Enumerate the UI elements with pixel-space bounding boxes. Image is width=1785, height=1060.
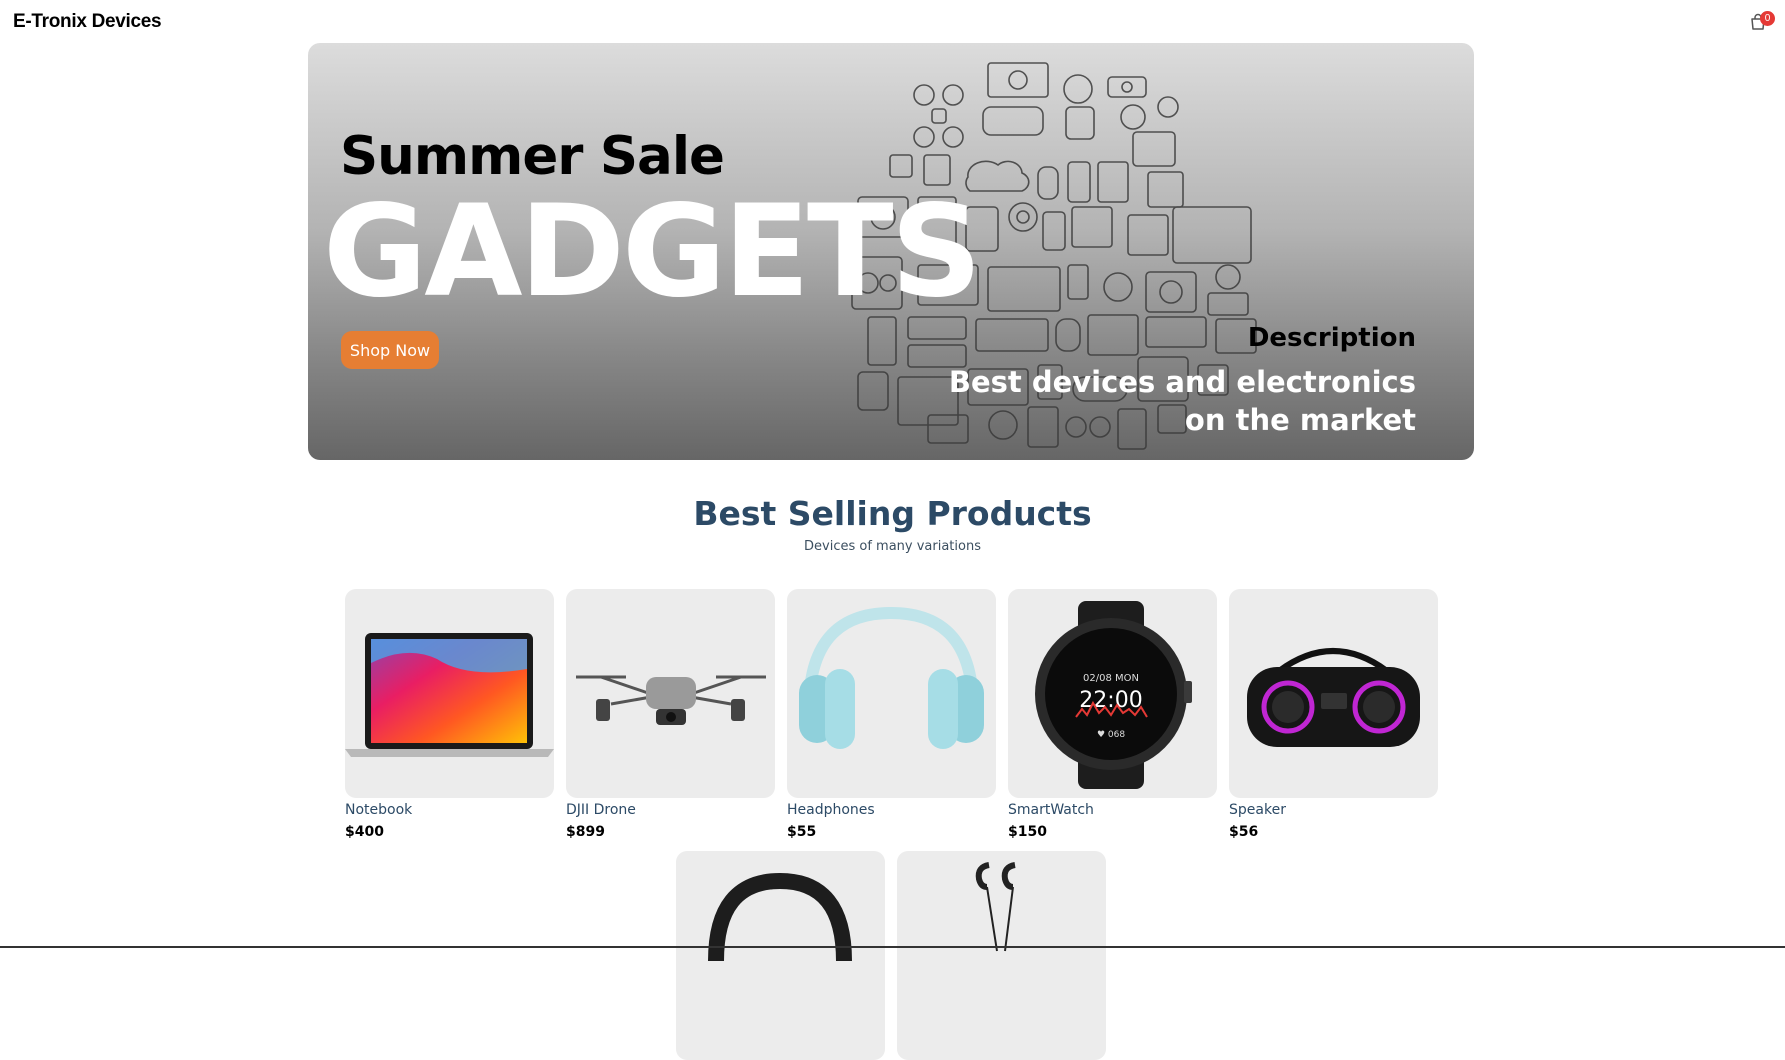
product-price: $150	[1008, 824, 1047, 840]
section-title: Best Selling Products	[693, 494, 1092, 533]
product-price: $400	[345, 824, 384, 840]
product-name[interactable]: Speaker	[1229, 802, 1439, 818]
product-card[interactable]: Headphones $55	[787, 589, 997, 840]
drone-icon	[576, 675, 766, 725]
product-card[interactable]: Notebook $400	[345, 589, 555, 840]
product-image[interactable]	[897, 851, 1106, 1060]
product-image[interactable]	[787, 589, 996, 798]
neckband-headphones-icon	[708, 872, 852, 962]
product-image[interactable]	[676, 851, 885, 1060]
product-name[interactable]: DJII Drone	[566, 802, 776, 818]
speaker-icon	[1247, 648, 1420, 747]
cart-count-badge: 0	[1760, 11, 1775, 26]
laptop-icon	[345, 633, 554, 757]
product-card[interactable]: 02/08 MON 22:00 ♥ 068 SmartWatch $150	[1008, 589, 1218, 840]
product-name[interactable]: Headphones	[787, 802, 997, 818]
product-card[interactable]	[676, 851, 886, 1060]
product-price: $56	[1229, 824, 1259, 840]
headphones-icon	[799, 606, 984, 749]
product-card[interactable]: DJII Drone $899	[566, 589, 776, 840]
earphones-icon	[975, 862, 1016, 952]
product-card[interactable]: Speaker $56	[1229, 589, 1439, 840]
smartwatch-icon: 02/08 MON 22:00 ♥ 068	[1035, 601, 1192, 789]
product-image[interactable]: 02/08 MON 22:00 ♥ 068	[1008, 589, 1217, 798]
hero-headline: GADGETS	[323, 177, 982, 325]
product-image[interactable]	[1229, 589, 1438, 798]
brand-logo[interactable]: E-Tronix Devices	[13, 11, 162, 33]
hero-description-title: Description	[1247, 323, 1416, 353]
product-image[interactable]	[566, 589, 775, 798]
product-card[interactable]	[897, 851, 1107, 1060]
product-name[interactable]: Notebook	[345, 802, 555, 818]
section-subtitle: Devices of many variations	[804, 539, 981, 554]
svg-text:02/08 MON: 02/08 MON	[1083, 673, 1139, 684]
svg-text:♥ 068: ♥ 068	[1097, 730, 1125, 740]
product-name[interactable]: SmartWatch	[1008, 802, 1218, 818]
hero-description-text: Best devices and electronics on the mark…	[948, 365, 1416, 437]
product-image[interactable]	[345, 589, 554, 798]
hero-banner: Summer Sale GADGETS Shop Now Description…	[308, 43, 1474, 460]
shop-now-button[interactable]: Shop Now	[341, 331, 439, 369]
top-navbar: E-Tronix Devices 0	[0, 0, 1785, 44]
product-price: $55	[787, 824, 817, 840]
product-price: $899	[566, 824, 605, 840]
